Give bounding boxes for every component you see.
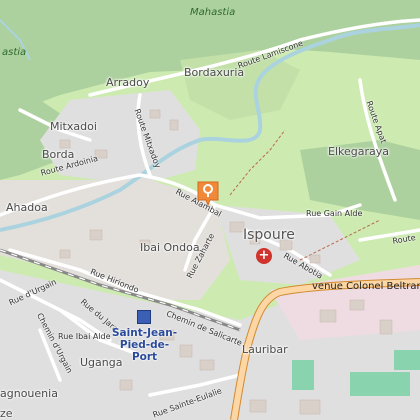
place-bordaxuria: Bordaxuria	[184, 66, 245, 79]
station-label-line: Port	[131, 351, 158, 364]
street-label-avenue: venue Colonel Beltrame	[312, 281, 420, 292]
railway-station-icon[interactable]	[137, 310, 151, 324]
sports-field-3	[394, 350, 420, 370]
place-ahadoa: Ahadoa	[6, 201, 48, 214]
map-pin-icon[interactable]	[196, 180, 220, 206]
forest-label: Mahastia	[190, 7, 236, 18]
place-ibai-ondoa: Ibai Ondoa	[140, 241, 200, 254]
sports-field-2	[292, 360, 314, 390]
place-elkegaraya: Elkegaraya	[328, 145, 389, 158]
place-agnouenia: agnouenia	[0, 387, 58, 400]
sports-field	[350, 372, 410, 396]
place-arradoy: Arradoy	[106, 76, 150, 89]
station-label-line: Pied-de-	[119, 339, 170, 352]
hospital-cross-icon[interactable]: +	[256, 248, 272, 264]
place-mitxadoi: Mitxadoi	[50, 120, 97, 133]
station-label[interactable]: Saint-Jean- Pied-de- Port	[112, 327, 177, 363]
forest-label-west: astia	[2, 47, 27, 58]
place-ispoure: Ispoure	[243, 227, 295, 243]
map-view[interactable]: Mahastia astia Arradoy Bordaxuria Route …	[0, 0, 420, 420]
street-label: Rue Gain Alde	[306, 209, 363, 218]
place-lauribar: Lauribar	[242, 343, 288, 356]
street-label: Rue Ibai Alde	[58, 332, 111, 341]
place-ze: ze	[0, 407, 13, 420]
station-label-line: Saint-Jean-	[112, 327, 178, 339]
place-borda: Borda	[42, 148, 75, 161]
